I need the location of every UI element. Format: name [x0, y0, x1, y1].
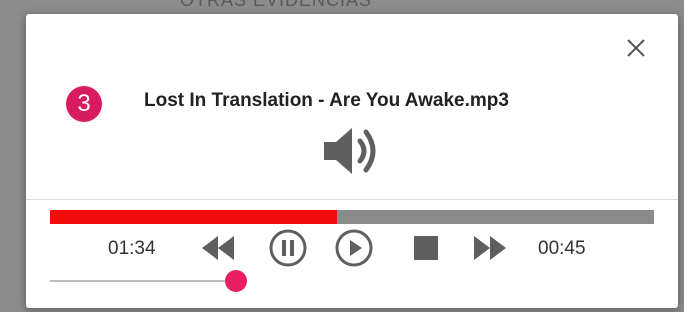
volume-slider-thumb[interactable]: [225, 270, 247, 292]
volume-slider[interactable]: [50, 270, 247, 292]
remaining-time: 00:45: [538, 238, 586, 259]
track-number-badge: 3: [66, 86, 102, 122]
volume-icon[interactable]: [322, 124, 380, 178]
progress-bar[interactable]: [50, 210, 654, 224]
elapsed-time: 01:34: [108, 238, 156, 259]
close-icon[interactable]: [624, 36, 648, 60]
volume-slider-fill: [50, 280, 236, 282]
rewind-icon[interactable]: [198, 228, 238, 268]
backdrop-heading: OTRAS EVIDENCIAS: [180, 0, 373, 10]
divider: [26, 199, 678, 200]
progress-fill: [50, 210, 337, 224]
player-controls: 01:34 00:45: [50, 228, 654, 270]
track-title: Lost In Translation - Are You Awake.mp3: [144, 90, 509, 111]
pause-icon[interactable]: [268, 228, 308, 268]
fast-forward-icon[interactable]: [470, 228, 510, 268]
audio-player-dialog: 3 Lost In Translation - Are You Awake.mp…: [26, 14, 678, 308]
stop-icon[interactable]: [406, 228, 446, 268]
play-icon[interactable]: [334, 228, 374, 268]
